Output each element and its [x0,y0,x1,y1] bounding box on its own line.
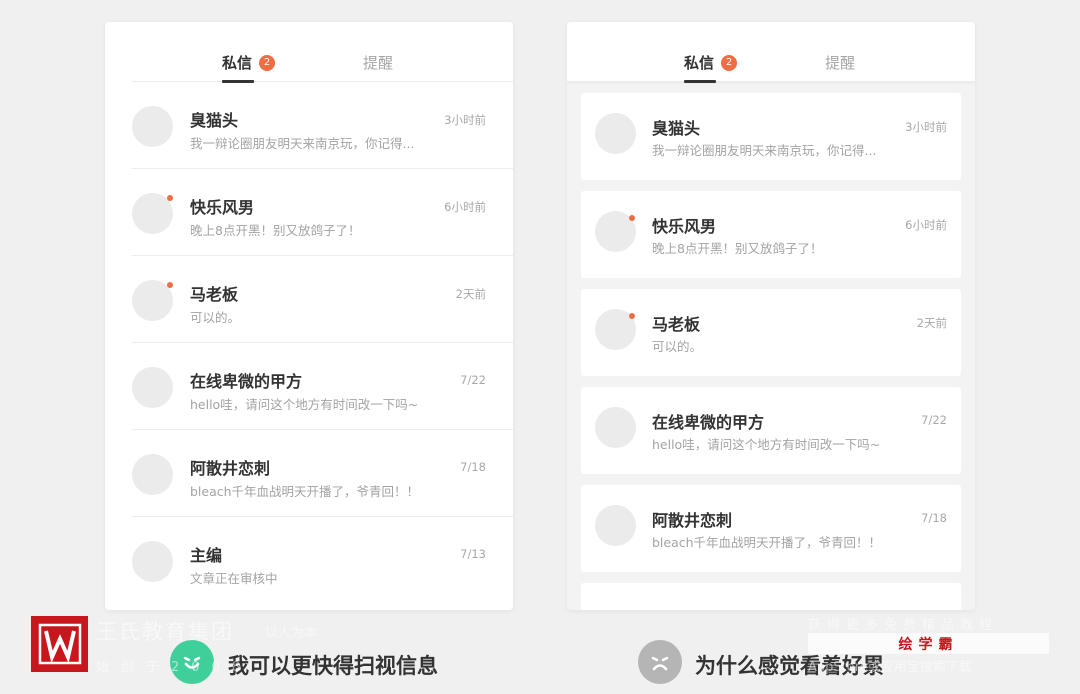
unread-dot [629,313,635,319]
conversation-card[interactable]: 快乐风男 晚上8点开黑！别又放鸽子了！ 6小时前 [581,191,961,278]
message-time: 7/18 [460,460,486,474]
contact-name: 快乐风男 [190,198,255,217]
message-preview: bleach千年血战明天开播了，爷青回！！ [652,535,882,550]
message-time: 7/22 [460,373,486,387]
message-preview: 可以的。 [652,339,703,354]
tab-private-messages[interactable]: 私信 2 [222,52,276,83]
message-preview: 我一辩论圈朋友明天来南京玩，你记得... [190,136,415,151]
conversation-card[interactable]: 在线卑微的甲方 hello哇，请问这个地方有时间改一下吗~ 7/22 [581,387,961,474]
message-preview: 晚上8点开黑！别又放鸽子了！ [652,241,823,256]
tab-reminders[interactable]: 提醒 [825,52,855,73]
message-list-panel-divider-style: 私信 2 提醒 臭猫头 我一辩论圈朋友明天来南京玩，你记得... 3小时前 快乐… [105,22,513,610]
contact-name: 臭猫头 [652,119,701,138]
conversation-item[interactable]: 在线卑微的甲方 hello哇，请问这个地方有时间改一下吗~ 7/22 [132,343,513,430]
watermark-subtitle: 始创于2008 [96,660,253,675]
message-preview: 我一辩论圈朋友明天来南京玩，你记得... [652,143,877,158]
contact-name: 在线卑微的甲方 [190,372,303,391]
watermark-download-text: AppStore或应用宝搜索下载 [808,660,972,675]
watermark-brand-box: 绘学霸 [808,633,1049,654]
message-preview: hello哇，请问这个地方有时间改一下吗~ [190,397,419,412]
unread-dot [167,282,173,288]
message-time: 7/13 [460,547,486,561]
message-list-panel-card-style: 私信 2 提醒 臭猫头 我一辩论圈朋友明天来南京玩，你记得... 3小时前 快乐… [567,22,975,610]
conversation-item[interactable]: 主编 文章正在审核中 7/13 [132,517,513,604]
watermark-promo-text: 获得更多免费精品教程 [808,618,999,633]
avatar [595,407,636,448]
contact-name: 马老板 [652,315,701,334]
message-time: 6小时前 [905,218,947,232]
tab-label: 提醒 [825,54,856,72]
conversation-card-partial[interactable] [581,583,961,610]
conversation-item[interactable]: 臭猫头 我一辩论圈朋友明天来南京玩，你记得... 3小时前 [132,82,513,169]
message-time: 2天前 [455,287,486,301]
message-time: 2天前 [916,316,947,330]
avatar [595,113,636,154]
avatar [132,367,173,408]
conversation-list: 臭猫头 我一辩论圈朋友明天来南京玩，你记得... 3小时前 快乐风男 晚上8点开… [105,82,513,604]
message-preview: 可以的。 [190,310,241,325]
contact-name: 马老板 [190,285,239,304]
message-preview: bleach千年血战明天开播了，爷青回！！ [190,484,420,499]
contact-name: 快乐风男 [652,217,717,236]
contact-name: 阿散井恋刺 [190,459,271,478]
tab-bar: 私信 2 提醒 [567,22,975,83]
conversation-card[interactable]: 臭猫头 我一辩论圈朋友明天来南京玩，你记得... 3小时前 [581,93,961,180]
conversation-card[interactable]: 马老板 可以的。 2天前 [581,289,961,376]
tab-label: 私信 [684,54,715,72]
unread-badge: 2 [259,54,276,71]
w-logo-icon [31,616,88,672]
conversation-item[interactable]: 马老板 可以的。 2天前 [132,256,513,343]
watermark-org-name: 王氏教育集团 [96,620,234,644]
message-time: 6小时前 [444,200,486,214]
unread-dot [629,215,635,221]
avatar [132,106,173,147]
tab-reminders[interactable]: 提醒 [363,52,393,73]
conversation-item[interactable]: 快乐风男 晚上8点开黑！别又放鸽子了！ 6小时前 [132,169,513,256]
unread-dot [167,195,173,201]
conversation-item[interactable]: 阿散井恋刺 bleach千年血战明天开播了，爷青回！！ 7/18 [132,430,513,517]
message-time: 3小时前 [905,120,947,134]
contact-name: 阿散井恋刺 [652,511,733,530]
contact-name: 臭猫头 [190,111,239,130]
caption-left: 我可以更快得扫视信息 [228,654,438,678]
tab-label: 提醒 [363,54,394,72]
contact-name: 在线卑微的甲方 [652,413,765,432]
unread-badge: 2 [721,54,738,71]
conversation-card[interactable]: 阿散井恋刺 bleach千年血战明天开播了，爷青回！！ 7/18 [581,485,961,572]
message-preview: hello哇，请问这个地方有时间改一下吗~ [652,437,881,452]
watermark-brand: 绘学霸 [898,636,959,653]
message-preview: 晚上8点开黑！别又放鸽子了！ [190,223,361,238]
message-time: 7/22 [921,413,947,427]
message-time: 3小时前 [444,113,486,127]
tab-label: 私信 [222,54,253,72]
message-time: 7/18 [921,511,947,525]
frown-face-icon [638,640,682,684]
tab-bar: 私信 2 提醒 [132,22,513,83]
watermark-slogan: 以人为本 [265,626,318,641]
avatar [132,541,173,582]
avatar [132,454,173,495]
avatar [595,505,636,546]
tab-private-messages[interactable]: 私信 2 [684,52,738,83]
message-preview: 文章正在审核中 [190,571,278,586]
conversation-list: 臭猫头 我一辩论圈朋友明天来南京玩，你记得... 3小时前 快乐风男 晚上8点开… [567,82,975,610]
contact-name: 主编 [190,546,223,565]
